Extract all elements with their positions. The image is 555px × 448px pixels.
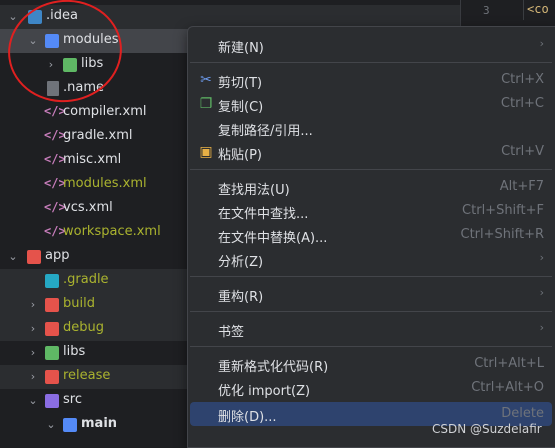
context-menu: 新建(N) › ✂ 剪切(T) Ctrl+X ❐ 复制(C) Ctrl+C 复制… <box>187 26 555 448</box>
tree-label: workspace.xml <box>63 224 161 239</box>
menu-item-cut[interactable]: ✂ 剪切(T) Ctrl+X <box>190 68 552 92</box>
chevron-down-icon[interactable]: ⌄ <box>44 418 58 432</box>
menu-item-refactor[interactable]: 重构(R) › <box>190 282 552 306</box>
tree-label: compiler.xml <box>63 104 147 119</box>
menu-item-paste[interactable]: ▣ 粘贴(P) Ctrl+V <box>190 140 552 164</box>
chevron-right-icon[interactable]: › <box>26 370 40 384</box>
chevron-right-icon[interactable]: › <box>26 346 40 360</box>
folder-icon <box>45 274 59 288</box>
tree-label: vcs.xml <box>63 200 113 215</box>
tree-label: app <box>45 248 70 263</box>
menu-item-copy[interactable]: ❐ 复制(C) Ctrl+C <box>190 92 552 116</box>
tree-label: misc.xml <box>63 152 122 167</box>
folder-icon <box>45 298 59 312</box>
watermark: CSDN @Suzdelafir <box>432 422 542 436</box>
folder-icon <box>45 394 59 408</box>
tree-label: main <box>81 416 118 431</box>
menu-item-bookmarks[interactable]: 书签 › <box>190 317 552 341</box>
tree-label: debug <box>63 320 104 335</box>
tree-label: .gradle <box>63 272 109 287</box>
menu-item-new[interactable]: 新建(N) › <box>190 33 552 57</box>
scissors-icon: ✂ <box>200 72 212 88</box>
menu-item-optimize-imports[interactable]: 优化 import(Z) Ctrl+Alt+O <box>190 376 552 400</box>
tree-label: modules.xml <box>63 176 147 191</box>
module-folder-icon <box>27 250 41 264</box>
code-text: <co <box>523 0 549 20</box>
tree-label: build <box>63 296 95 311</box>
menu-separator <box>190 169 552 170</box>
chevron-right-icon: › <box>539 286 544 299</box>
folder-icon <box>45 322 59 336</box>
folder-icon <box>45 370 59 384</box>
menu-separator <box>190 346 552 347</box>
menu-item-copy-path[interactable]: 复制路径/引用... <box>190 116 552 140</box>
chevron-right-icon: › <box>539 251 544 264</box>
chevron-down-icon[interactable]: ⌄ <box>26 394 40 408</box>
copy-icon: ❐ <box>199 96 213 112</box>
folder-icon <box>63 418 77 432</box>
menu-separator <box>190 276 552 277</box>
menu-separator <box>190 62 552 63</box>
chevron-right-icon: › <box>539 321 544 334</box>
tree-label: gradle.xml <box>63 128 133 143</box>
menu-item-analyze[interactable]: 分析(Z) › <box>190 247 552 271</box>
tree-label: src <box>63 392 82 407</box>
menu-item-reformat-code[interactable]: 重新格式化代码(R) Ctrl+Alt+L <box>190 352 552 376</box>
tree-label: libs <box>63 344 86 359</box>
menu-item-find-usages[interactable]: 查找用法(U) Alt+F7 <box>190 175 552 199</box>
chevron-right-icon[interactable]: › <box>26 298 40 312</box>
folder-icon <box>45 346 59 360</box>
tree-label: release <box>63 368 111 383</box>
chevron-right-icon[interactable]: › <box>26 322 40 336</box>
clipboard-icon: ▣ <box>199 144 213 160</box>
menu-item-find-in-files[interactable]: 在文件中查找... Ctrl+Shift+F <box>190 199 552 223</box>
menu-item-replace-in-files[interactable]: 在文件中替换(A)... Ctrl+Shift+R <box>190 223 552 247</box>
menu-separator <box>190 311 552 312</box>
line-number: 3 <box>483 4 490 17</box>
chevron-down-icon[interactable]: ⌄ <box>6 250 20 264</box>
chevron-right-icon: › <box>539 37 544 50</box>
